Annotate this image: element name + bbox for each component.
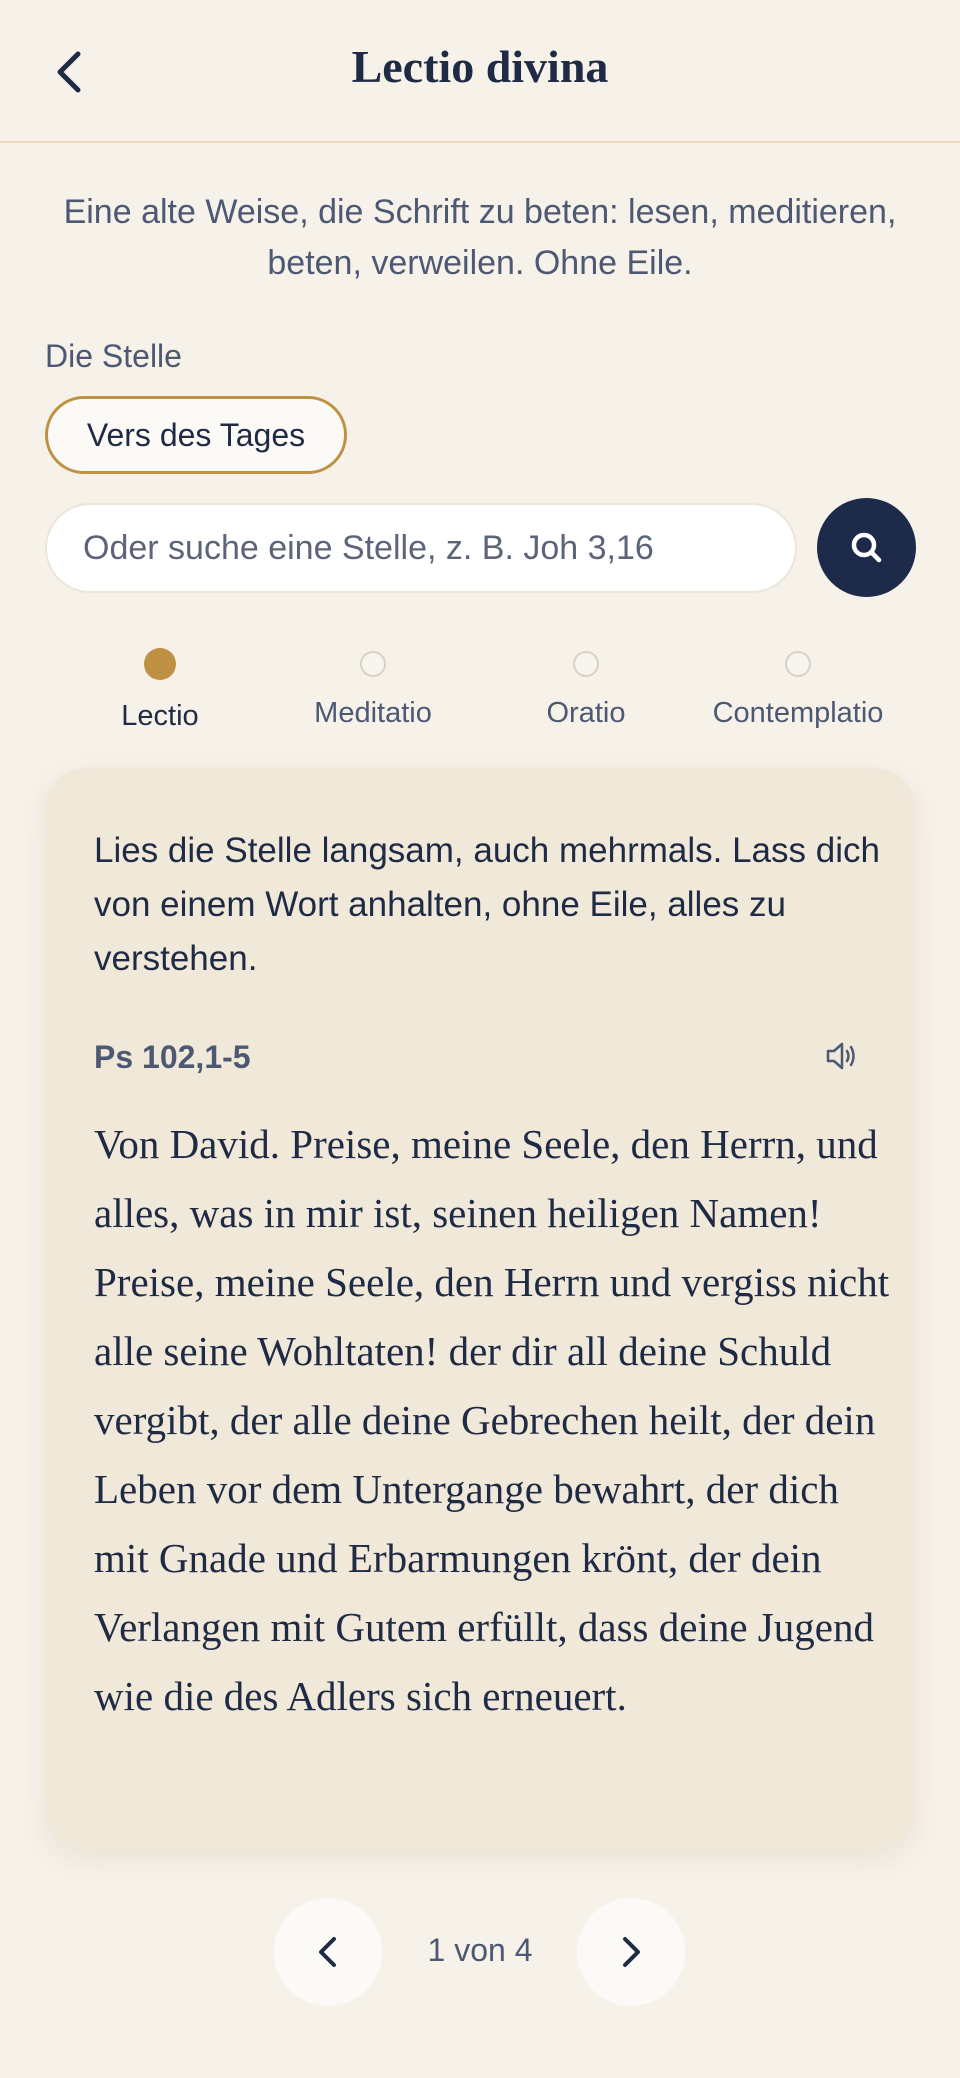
step-label: Oratio bbox=[546, 697, 626, 729]
step-dot bbox=[573, 651, 599, 677]
step-dot bbox=[360, 651, 386, 677]
next-button[interactable] bbox=[577, 1898, 685, 2006]
step-meditatio[interactable]: Meditatio bbox=[263, 648, 483, 730]
passage-section-label: Die Stelle bbox=[45, 338, 182, 374]
step-indicator: Lectio Meditatio Oratio Contemplatio bbox=[80, 648, 920, 732]
app-header: Lectio divina bbox=[0, 0, 960, 143]
step-label: Meditatio bbox=[314, 697, 432, 729]
step-label: Contemplatio bbox=[712, 697, 884, 729]
step-label: Lectio bbox=[121, 700, 199, 732]
passage-search-input[interactable] bbox=[45, 503, 797, 593]
page-title: Lectio divina bbox=[351, 41, 609, 92]
read-aloud-button[interactable] bbox=[822, 1036, 862, 1076]
search-icon bbox=[851, 532, 881, 562]
speaker-icon bbox=[826, 1042, 855, 1070]
page-indicator: 1 von 4 bbox=[427, 1932, 533, 1968]
passage-reference: Ps 102,1-5 bbox=[94, 1039, 251, 1075]
step-oratio[interactable]: Oratio bbox=[476, 648, 696, 730]
chevron-left-icon bbox=[319, 1937, 336, 1967]
step-lectio[interactable]: Lectio bbox=[50, 648, 270, 733]
step-dot-active bbox=[144, 648, 176, 680]
reading-card: Lies die Stelle langsam, auch mehrmals. … bbox=[45, 768, 915, 1849]
verse-of-the-day-chip[interactable]: Vers des Tages bbox=[45, 396, 347, 474]
step-dot bbox=[785, 651, 811, 677]
step-contemplatio[interactable]: Contemplatio bbox=[688, 648, 908, 730]
search-button[interactable] bbox=[817, 498, 916, 597]
step-instruction: Lies die Stelle langsam, auch mehrmals. … bbox=[94, 831, 880, 978]
previous-button[interactable] bbox=[274, 1898, 382, 2006]
scripture-text: Von David. Preise, meine Seele, den Herr… bbox=[94, 1121, 890, 1719]
chevron-right-icon bbox=[623, 1937, 640, 1967]
intro-text: Eine alte Weise, die Schrift zu beten: l… bbox=[63, 193, 897, 282]
